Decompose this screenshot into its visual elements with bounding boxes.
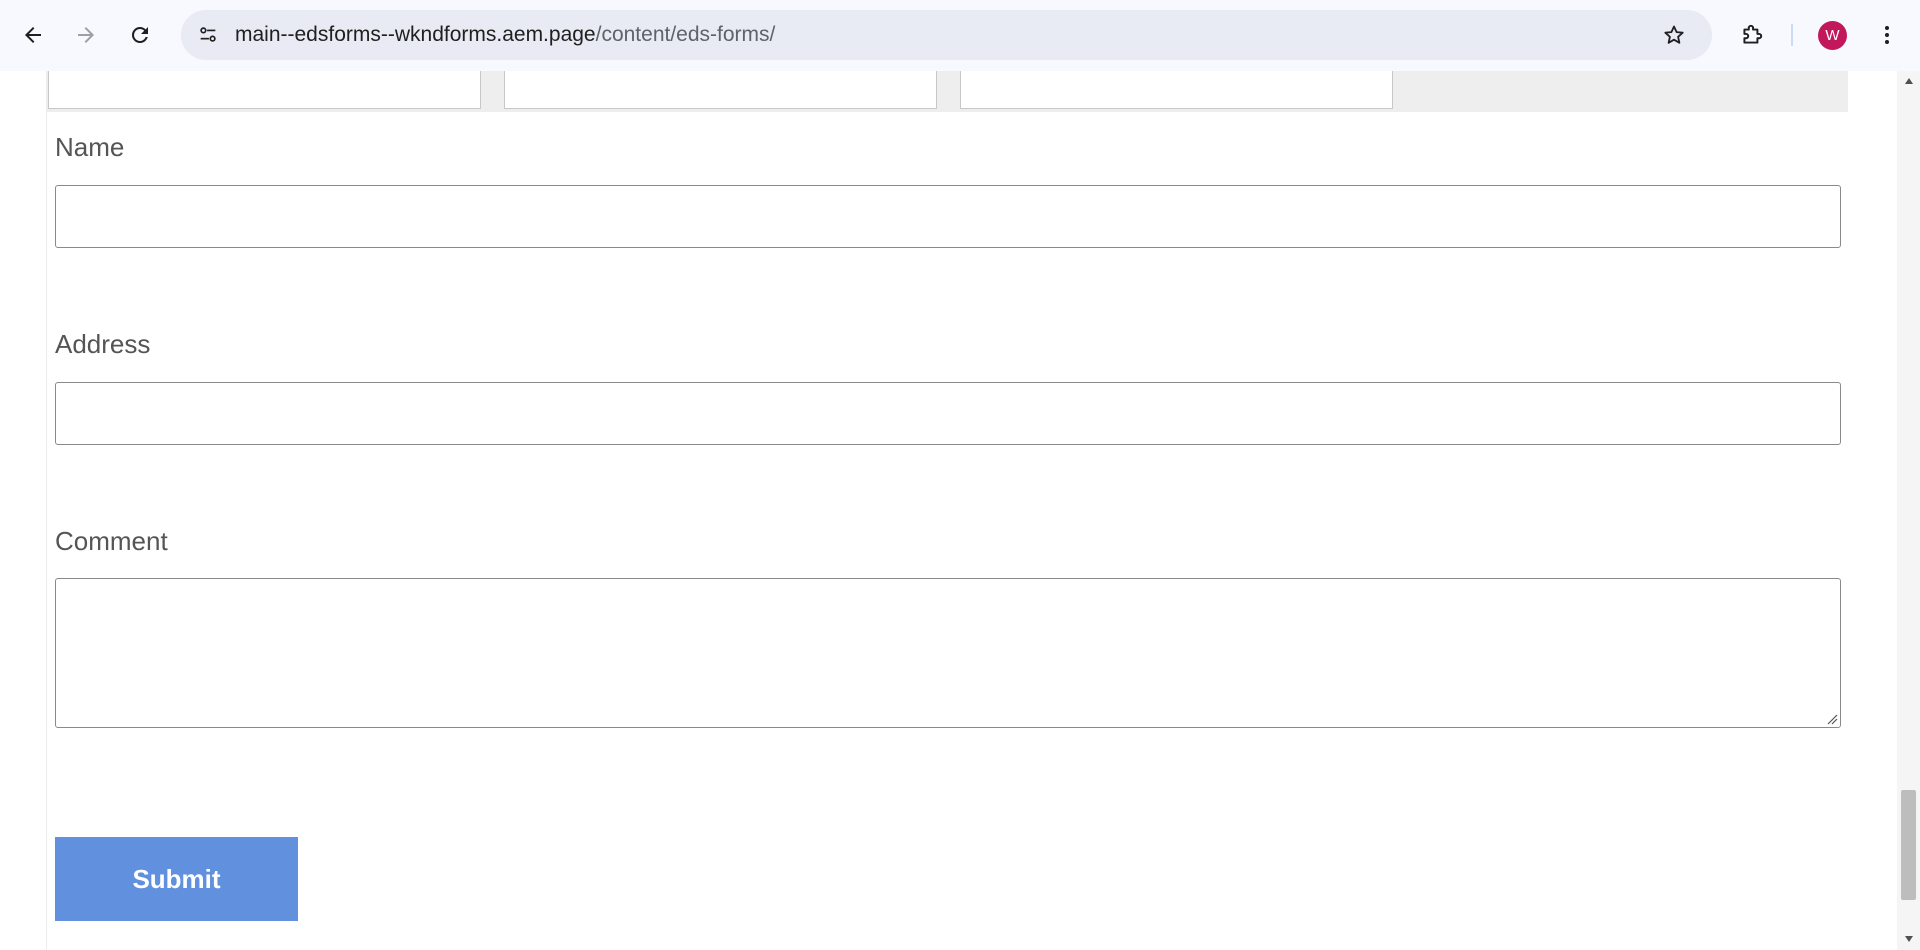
resize-grip-icon[interactable] — [1826, 713, 1838, 725]
content-left-border — [46, 71, 47, 950]
submit-button[interactable]: Submit — [55, 837, 298, 921]
name-label: Name — [55, 132, 125, 162]
page-viewport: Name Address Comment Submit — [0, 71, 1897, 950]
comment-textarea[interactable] — [55, 578, 1841, 728]
browser-toolbar: main--edsforms--wkndforms.aem.page/conte… — [0, 0, 1920, 71]
address-label: Address — [55, 329, 151, 359]
scroll-down-button[interactable] — [1897, 929, 1920, 949]
field-row-partial — [47, 71, 1848, 112]
url-host: main--edsforms--wkndforms.aem.page — [235, 23, 596, 46]
url-text[interactable]: main--edsforms--wkndforms.aem.page/conte… — [235, 10, 775, 60]
extensions-button[interactable] — [1734, 17, 1770, 53]
back-button[interactable] — [15, 17, 51, 53]
profile-avatar[interactable]: W — [1818, 21, 1847, 50]
triangle-down-icon — [1904, 936, 1913, 942]
partial-input-2[interactable] — [504, 71, 937, 109]
address-input[interactable] — [55, 382, 1841, 445]
url-path: /content/eds-forms/ — [595, 23, 776, 46]
partial-input-3[interactable] — [960, 71, 1393, 109]
arrow-right-icon — [78, 27, 94, 43]
partial-input-1[interactable] — [48, 71, 481, 109]
puzzle-piece-icon — [1743, 24, 1763, 44]
star-outline-icon — [1664, 25, 1684, 44]
scroll-thumb[interactable] — [1901, 790, 1916, 900]
vertical-scrollbar[interactable] — [1897, 71, 1920, 950]
name-input[interactable] — [55, 185, 1841, 248]
reload-button[interactable] — [122, 17, 158, 53]
forward-button[interactable] — [68, 17, 104, 53]
site-info-button[interactable] — [190, 17, 226, 53]
scroll-up-button[interactable] — [1897, 71, 1920, 91]
reload-icon — [131, 26, 148, 43]
bookmark-button[interactable] — [1656, 17, 1692, 53]
address-bar[interactable]: main--edsforms--wkndforms.aem.page/conte… — [181, 10, 1712, 60]
toolbar-divider — [1791, 24, 1793, 46]
arrow-left-icon — [25, 27, 41, 43]
comment-label: Comment — [55, 526, 168, 556]
tune-icon — [200, 27, 216, 42]
browser-menu-button[interactable] — [1869, 17, 1905, 53]
kebab-menu-icon — [1885, 26, 1889, 44]
triangle-up-icon — [1904, 78, 1913, 84]
